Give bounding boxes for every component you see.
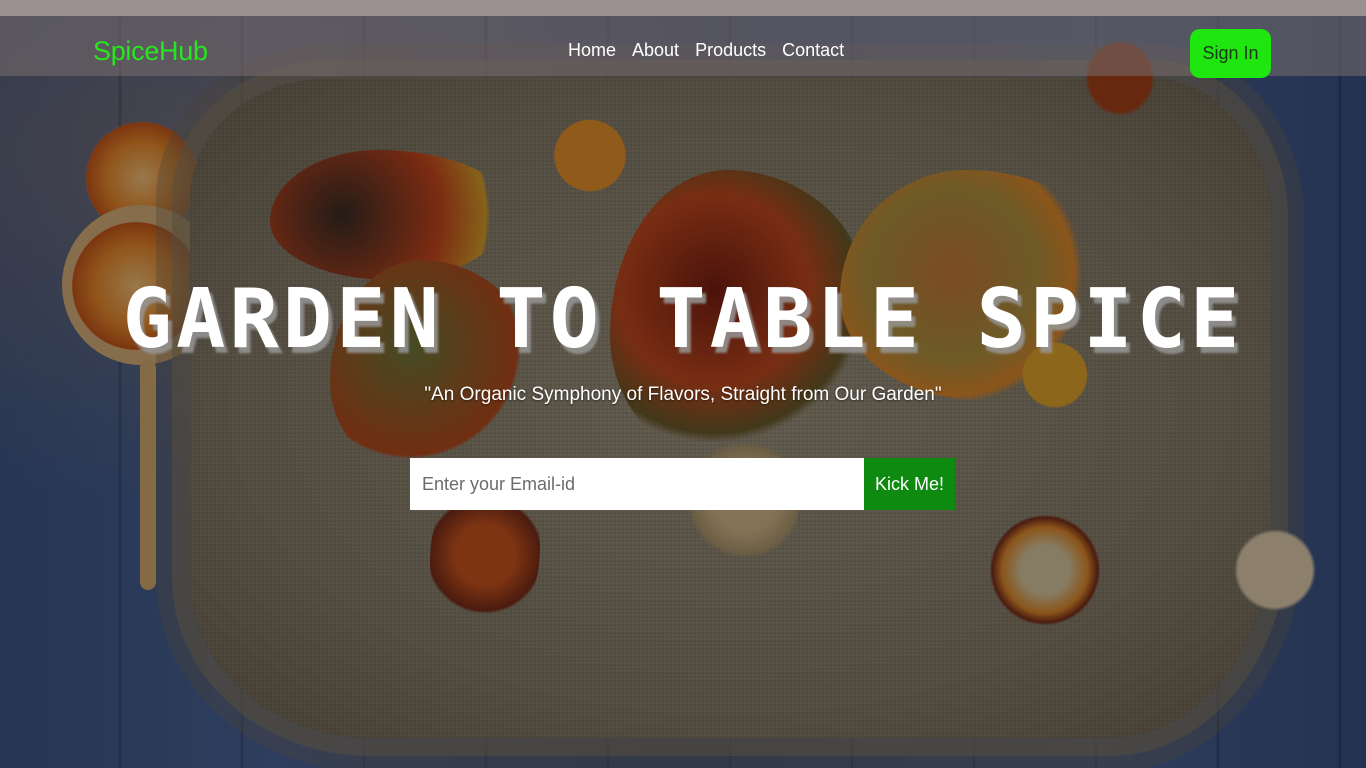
nav-home[interactable]: Home (568, 40, 616, 61)
sign-in-button[interactable]: Sign In (1190, 29, 1271, 78)
brand-logo[interactable]: SpiceHub (93, 36, 208, 67)
nav-contact[interactable]: Contact (782, 40, 844, 61)
nav-products[interactable]: Products (695, 40, 766, 61)
nav-about[interactable]: About (632, 40, 679, 61)
nav-links: Home About Products Contact (568, 40, 844, 61)
kick-me-button[interactable]: Kick Me! (864, 458, 955, 510)
navbar: SpiceHub Home About Products Contact Sig… (0, 16, 1366, 78)
subscribe-form: Kick Me! (410, 458, 955, 510)
hero-subtitle: "An Organic Symphony of Flavors, Straigh… (424, 384, 942, 405)
email-input[interactable] (410, 458, 864, 510)
hero-title: GARDEN TO TABLE SPICE (122, 272, 1244, 367)
top-strip (0, 0, 1366, 16)
page: SpiceHub Home About Products Contact Sig… (0, 0, 1366, 768)
